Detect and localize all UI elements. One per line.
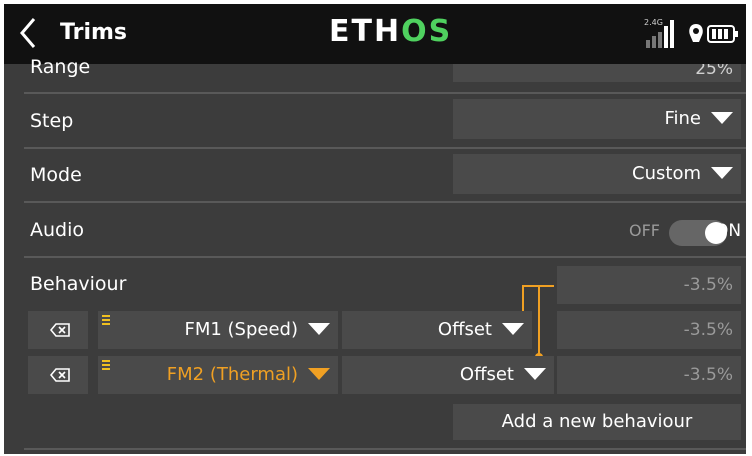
flight-mode-dropdown[interactable]: FM1 (Speed)	[98, 311, 338, 349]
behaviour-mode-dropdown[interactable]: Offset	[342, 311, 532, 349]
behaviour-value-field[interactable]: -3.5%	[557, 311, 741, 349]
handle-line	[102, 368, 110, 370]
mode-label: Mode	[30, 164, 82, 186]
handle-line	[102, 364, 110, 366]
handle-line	[102, 315, 110, 317]
chevron-down-icon	[502, 322, 524, 335]
behaviour-default-value-field[interactable]: -3.5%	[557, 266, 741, 304]
header-overlay	[4, 4, 746, 64]
audio-off-label: OFF	[629, 221, 660, 240]
delete-behaviour-button[interactable]	[28, 356, 88, 394]
behaviour-mode-value: Offset	[459, 364, 514, 385]
behaviour-value: -3.5%	[683, 320, 733, 340]
flight-mode-value: FM1 (Speed)	[184, 319, 298, 340]
screen: Trims ETHOS 2.4G Range 25% Step Fine Mod…	[4, 4, 746, 454]
behaviour-value-field[interactable]: -3.5%	[557, 356, 741, 394]
step-value: Fine	[664, 108, 701, 129]
audio-label: Audio	[30, 219, 85, 241]
behaviour-default-value: -3.5%	[683, 275, 733, 295]
divider	[24, 256, 746, 258]
chevron-down-icon	[308, 367, 330, 380]
behaviour-mode-value: Offset	[437, 319, 492, 340]
flight-mode-value: FM2 (Thermal)	[166, 364, 298, 385]
behaviour-mode-dropdown[interactable]: Offset	[342, 356, 554, 394]
handle-line	[102, 360, 110, 362]
add-behaviour-button[interactable]: Add a new behaviour	[453, 404, 741, 440]
behaviour-value: -3.5%	[683, 365, 733, 385]
range-field[interactable]: 25%	[453, 64, 741, 82]
delete-icon	[50, 368, 70, 382]
drag-handle-icon[interactable]	[102, 360, 110, 372]
step-label: Step	[30, 110, 74, 132]
flight-mode-dropdown[interactable]: FM2 (Thermal)	[98, 356, 338, 394]
divider	[24, 147, 746, 149]
chevron-down-icon	[711, 166, 733, 179]
behaviour-label: Behaviour	[30, 273, 127, 295]
audio-on-label: ON	[715, 221, 742, 241]
drag-handle-icon[interactable]	[102, 315, 110, 327]
divider	[24, 92, 746, 94]
delete-behaviour-button[interactable]	[28, 311, 88, 349]
connector-line	[538, 285, 540, 355]
delete-icon	[50, 323, 70, 337]
range-value: 25%	[695, 64, 733, 79]
chevron-down-icon	[524, 367, 546, 380]
step-dropdown[interactable]: Fine	[453, 99, 741, 139]
mode-value: Custom	[632, 163, 701, 184]
chevron-down-icon	[711, 111, 733, 124]
handle-line	[102, 323, 110, 325]
divider	[24, 201, 746, 203]
mode-dropdown[interactable]: Custom	[453, 154, 741, 194]
chevron-down-icon	[308, 322, 330, 335]
handle-line	[102, 319, 110, 321]
divider	[24, 448, 746, 450]
